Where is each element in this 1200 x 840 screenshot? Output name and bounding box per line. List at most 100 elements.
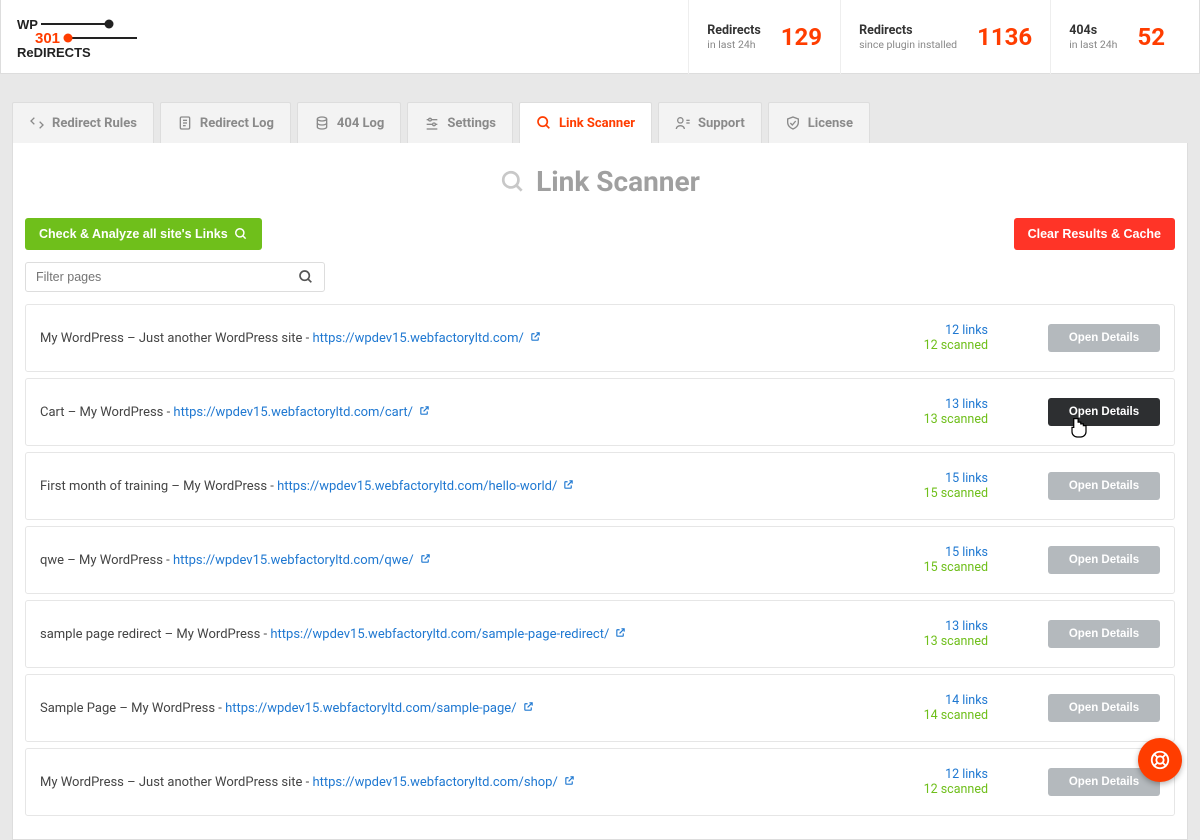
external-link-icon[interactable] xyxy=(523,701,534,712)
results-list: My WordPress – Just another WordPress si… xyxy=(13,304,1187,816)
content-panel: Link Scanner Check & Analyze all site's … xyxy=(12,143,1188,840)
tab-label: License xyxy=(808,116,853,131)
row-title: My WordPress – Just another WordPress si… xyxy=(40,775,868,790)
search-icon xyxy=(500,169,526,195)
links-count: 12 links xyxy=(945,323,988,338)
links-count: 13 links xyxy=(945,619,988,634)
stat-value: 1136 xyxy=(977,23,1032,51)
nav-tabs: Redirect Rules Redirect Log 404 Log Setting… xyxy=(12,102,1188,143)
row-title: First month of training – My WordPress -… xyxy=(40,479,868,494)
row-url[interactable]: https://wpdev15.webfactoryltd.com/qwe/ xyxy=(173,553,414,568)
filter-pages-field[interactable] xyxy=(25,262,325,292)
row-stats: 12 links 12 scanned xyxy=(868,767,988,797)
tab-link-scanner[interactable]: Link Scanner xyxy=(519,102,652,143)
open-details-button[interactable]: Open Details xyxy=(1048,472,1160,500)
check-analyze-button[interactable]: Check & Analyze all site's Links xyxy=(25,218,262,250)
search-icon xyxy=(298,269,314,285)
row-title: sample page redirect – My WordPress - ht… xyxy=(40,627,868,642)
stat-block: Redirectsin last 24h129 xyxy=(688,0,840,74)
tab-label: Support xyxy=(698,116,745,131)
page-result-row: sample page redirect – My WordPress - ht… xyxy=(25,600,1175,668)
scanned-count: 15 scanned xyxy=(924,560,988,575)
row-title: Sample Page – My WordPress - https://wpd… xyxy=(40,701,868,716)
open-details-button[interactable]: Open Details xyxy=(1048,324,1160,352)
stat-sub: in last 24h xyxy=(1069,38,1117,51)
scanned-count: 15 scanned xyxy=(924,486,988,501)
search-icon xyxy=(234,227,248,241)
tab-license[interactable]: License xyxy=(768,102,870,143)
stat-sub: since plugin installed xyxy=(859,38,957,51)
stat-value: 52 xyxy=(1137,23,1165,51)
filter-input[interactable] xyxy=(36,270,298,284)
row-url[interactable]: https://wpdev15.webfactoryltd.com/sample… xyxy=(225,701,516,716)
scanned-count: 14 scanned xyxy=(924,708,988,723)
plugin-logo: WP 301 ReDIRECTS xyxy=(17,15,137,59)
clear-results-button[interactable]: Clear Results & Cache xyxy=(1014,218,1175,250)
external-link-icon[interactable] xyxy=(419,405,430,416)
help-fab[interactable] xyxy=(1138,738,1182,782)
page-title-text: Link Scanner xyxy=(536,165,700,198)
open-details-button[interactable]: Open Details xyxy=(1048,398,1160,426)
page-result-row: My WordPress – Just another WordPress si… xyxy=(25,748,1175,816)
page-result-row: My WordPress – Just another WordPress si… xyxy=(25,304,1175,372)
action-bar: Check & Analyze all site's Links Clear R… xyxy=(13,218,1187,262)
page-result-row: qwe – My WordPress - https://wpdev15.web… xyxy=(25,526,1175,594)
external-link-icon[interactable] xyxy=(420,553,431,564)
links-count: 12 links xyxy=(945,767,988,782)
stat-block: Redirectssince plugin installed 1136 xyxy=(840,0,1050,74)
svg-text:ReDIRECTS: ReDIRECTS xyxy=(17,45,91,59)
doc-icon xyxy=(177,115,193,131)
tab-settings[interactable]: Settings xyxy=(407,102,513,143)
external-link-icon[interactable] xyxy=(564,775,575,786)
row-stats: 15 links 15 scanned xyxy=(868,471,988,501)
external-link-icon[interactable] xyxy=(615,627,626,638)
row-url[interactable]: https://wpdev15.webfactoryltd.com/hello-… xyxy=(277,479,557,494)
row-stats: 12 links 12 scanned xyxy=(868,323,988,353)
row-stats: 13 links 13 scanned xyxy=(868,397,988,427)
page-result-row: Sample Page – My WordPress - https://wpd… xyxy=(25,674,1175,742)
tab-label: Settings xyxy=(447,116,496,131)
open-details-button[interactable]: Open Details xyxy=(1048,546,1160,574)
links-count: 15 links xyxy=(945,545,988,560)
arrows-icon xyxy=(29,115,45,131)
support-icon xyxy=(675,115,691,131)
page-result-row: First month of training – My WordPress -… xyxy=(25,452,1175,520)
open-details-button[interactable]: Open Details xyxy=(1048,620,1160,648)
lifebuoy-icon xyxy=(1149,749,1171,771)
row-title: My WordPress – Just another WordPress si… xyxy=(40,331,868,346)
stat-sub: in last 24h xyxy=(707,38,760,51)
stat-title: 404s xyxy=(1069,23,1117,38)
links-count: 13 links xyxy=(945,397,988,412)
scanned-count: 12 scanned xyxy=(924,338,988,353)
db-icon xyxy=(314,115,330,131)
stat-block: 404sin last 24h 52 xyxy=(1050,0,1183,74)
tab-404-log[interactable]: 404 Log xyxy=(297,102,401,143)
row-url[interactable]: https://wpdev15.webfactoryltd.com/shop/ xyxy=(312,775,557,790)
page-title: Link Scanner xyxy=(13,143,1187,218)
row-url[interactable]: https://wpdev15.webfactoryltd.com/cart/ xyxy=(173,405,413,420)
sliders-icon xyxy=(424,115,440,131)
links-count: 14 links xyxy=(945,693,988,708)
external-link-icon[interactable] xyxy=(563,479,574,490)
row-stats: 15 links 15 scanned xyxy=(868,545,988,575)
header-stats: Redirectsin last 24h129Redirectssince pl… xyxy=(688,0,1183,74)
filter-wrap xyxy=(13,262,1187,304)
row-title: qwe – My WordPress - https://wpdev15.web… xyxy=(40,553,868,568)
tab-label: Redirect Log xyxy=(200,116,274,131)
tab-label: Link Scanner xyxy=(559,116,635,131)
check-analyze-label: Check & Analyze all site's Links xyxy=(39,227,228,241)
logo-graphic: WP 301 ReDIRECTS xyxy=(17,15,137,59)
tab-redirect-rules[interactable]: Redirect Rules xyxy=(12,102,154,143)
open-details-button[interactable]: Open Details xyxy=(1048,694,1160,722)
row-stats: 14 links 14 scanned xyxy=(868,693,988,723)
tab-redirect-log[interactable]: Redirect Log xyxy=(160,102,291,143)
shield-icon xyxy=(785,115,801,131)
row-url[interactable]: https://wpdev15.webfactoryltd.com/sample… xyxy=(270,627,609,642)
page-result-row: Cart – My WordPress - https://wpdev15.we… xyxy=(25,378,1175,446)
tab-label: Redirect Rules xyxy=(52,116,137,131)
stat-title: Redirects xyxy=(707,23,760,38)
stat-title: Redirects xyxy=(859,23,957,38)
tab-support[interactable]: Support xyxy=(658,102,762,143)
row-url[interactable]: https://wpdev15.webfactoryltd.com/ xyxy=(312,331,523,346)
external-link-icon[interactable] xyxy=(530,331,541,342)
